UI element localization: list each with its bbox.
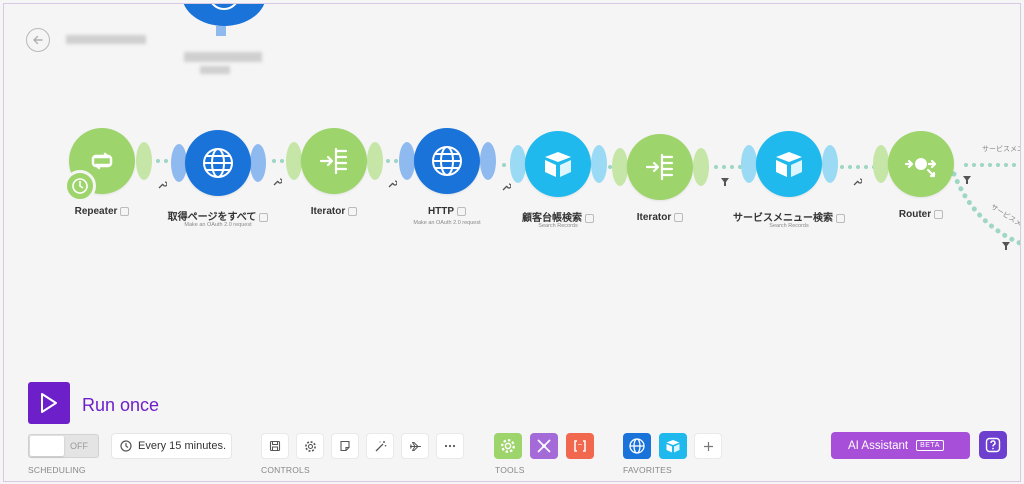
run-once-label[interactable]: Run once <box>82 395 159 416</box>
wrench-icon[interactable] <box>272 177 282 187</box>
tools-section-label: TOOLS <box>495 465 525 475</box>
settings-button[interactable] <box>296 433 324 459</box>
brackets-icon <box>574 440 586 452</box>
ai-assistant-label: AI Assistant <box>848 439 909 452</box>
save-icon <box>269 440 281 452</box>
module-label: Iterator <box>636 212 672 223</box>
filter-icon[interactable] <box>962 175 972 185</box>
save-button[interactable] <box>261 433 289 459</box>
route-label: サービスメニ <box>982 146 1021 153</box>
wrench-icon[interactable] <box>501 182 511 192</box>
tools-router-button[interactable] <box>530 433 558 459</box>
scenario-canvas[interactable]: Repeater 取得ページをすべて Make an OAuth 2.0 req… <box>3 3 1021 482</box>
cross-arrows-icon <box>537 439 551 453</box>
beta-badge: BETA <box>916 440 944 451</box>
module-subtitle: Search Records <box>538 223 578 229</box>
magic-wand-icon <box>375 440 386 451</box>
module-label: Router <box>898 209 932 220</box>
airtable-icon <box>756 131 822 197</box>
connector <box>270 158 286 164</box>
run-once-button[interactable] <box>28 382 70 424</box>
toggle-off-label: OFF <box>70 441 88 451</box>
airtable-icon <box>666 440 680 453</box>
module-id-badge <box>457 206 467 216</box>
arrow-left-icon <box>33 35 43 45</box>
controls-section-label: CONTROLS <box>261 465 310 475</box>
help-button[interactable] <box>979 431 1007 459</box>
globe-icon <box>629 438 645 454</box>
notes-button[interactable] <box>331 433 359 459</box>
auto-align-button[interactable] <box>366 433 394 459</box>
more-dots-icon <box>444 444 456 448</box>
wrench-icon[interactable] <box>157 180 167 190</box>
connector <box>154 158 172 164</box>
module-id-badge <box>934 209 944 219</box>
plus-icon <box>703 441 713 451</box>
redacted-subtitle <box>184 52 262 62</box>
airplane-icon <box>409 441 421 451</box>
schedule-interval-text: Every 15 minutes. <box>138 440 227 452</box>
iterator-icon <box>627 134 693 200</box>
schedule-interval-button[interactable]: Every 15 minutes. <box>111 433 232 459</box>
globe-icon <box>185 130 251 196</box>
add-favorite-button[interactable] <box>694 433 722 459</box>
back-button[interactable] <box>26 28 50 52</box>
scheduling-section-label: SCHEDULING <box>28 465 86 475</box>
favorites-section-label: FAVORITES <box>623 465 672 475</box>
module-subtitle: Search Records <box>769 223 809 229</box>
redacted-title <box>66 35 146 44</box>
iterator-icon <box>301 128 367 194</box>
clock-icon <box>120 440 132 452</box>
gear-icon <box>304 440 316 452</box>
module-id-badge <box>674 212 684 222</box>
tools-flow-control-button[interactable] <box>494 433 522 459</box>
globe-icon <box>414 128 480 194</box>
router-icon <box>888 131 954 197</box>
favorite-http-button[interactable] <box>623 433 651 459</box>
play-icon <box>41 393 57 413</box>
filter-icon[interactable] <box>720 177 730 187</box>
module-label: Iterator <box>310 206 346 217</box>
module-id-badge <box>348 206 358 216</box>
note-icon <box>340 440 350 452</box>
ai-assistant-button[interactable]: AI Assistant BETA <box>831 432 970 459</box>
wrench-icon[interactable] <box>387 179 397 189</box>
connector <box>838 164 876 170</box>
airtable-icon <box>525 131 591 197</box>
wrench-icon[interactable] <box>852 177 862 187</box>
scheduling-toggle[interactable]: OFF <box>28 434 99 458</box>
module-label: Repeater <box>74 206 118 217</box>
help-icon <box>985 437 1001 453</box>
module-id-badge <box>120 206 130 216</box>
module-subtitle: Make an OAuth 2.0 request <box>184 222 252 228</box>
toggle-knob <box>30 436 64 456</box>
redacted-subtitle-2 <box>200 66 230 74</box>
gear-icon <box>501 439 515 453</box>
more-options-button[interactable] <box>436 433 464 459</box>
tools-json-button[interactable] <box>566 433 594 459</box>
module-label: HTTP <box>427 206 455 217</box>
favorite-airtable-button[interactable] <box>659 433 687 459</box>
filter-icon[interactable] <box>1001 241 1011 251</box>
connector <box>712 164 744 170</box>
scenario-icon <box>182 4 266 36</box>
schedule-clock-icon[interactable] <box>64 170 96 202</box>
connector <box>384 158 400 164</box>
explain-flow-button[interactable] <box>401 433 429 459</box>
